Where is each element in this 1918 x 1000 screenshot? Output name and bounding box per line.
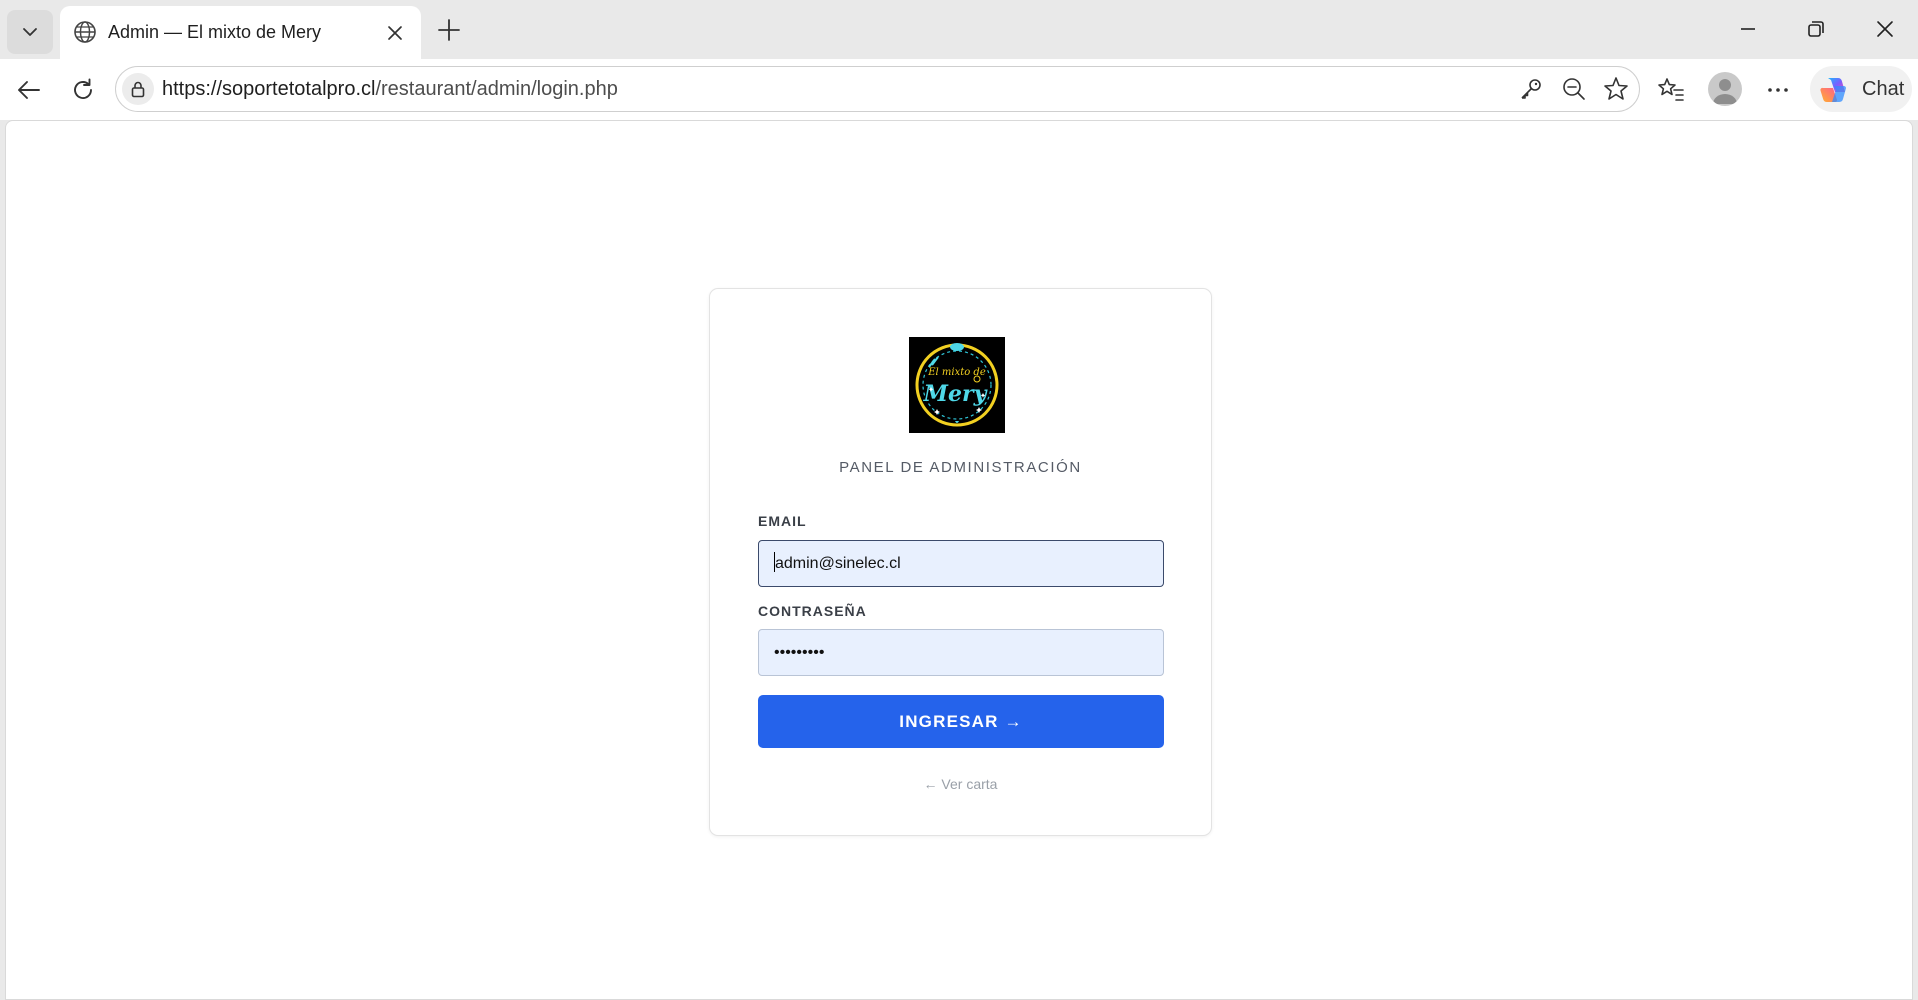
more-icon[interactable]: [1762, 74, 1794, 106]
chevron-down-icon: [23, 28, 37, 36]
globe-icon: [74, 21, 96, 43]
logo-text-main: Mery: [923, 381, 989, 407]
plus-icon[interactable]: [434, 15, 464, 45]
tab-active[interactable]: Admin — El mixto de Mery: [60, 6, 421, 59]
profile-icon: [1713, 79, 1737, 104]
tab-list-button[interactable]: [7, 10, 53, 54]
zoom-out-icon[interactable]: [1559, 74, 1589, 104]
url-host: https://soportetotalpro.cl: [162, 78, 376, 100]
reload-icon[interactable]: [67, 74, 99, 106]
tab-title: Admin — El mixto de Mery: [108, 22, 322, 42]
profile-button[interactable]: [1708, 72, 1742, 106]
page-viewport: El mixto de Mery PANEL DE ADMINISTRACIÓN…: [5, 120, 1913, 1000]
browser-toolbar: https://soportetotalpro.cl/restaurant/ad…: [0, 59, 1918, 120]
view-menu-link[interactable]: ← Ver carta: [710, 776, 1211, 792]
favorites-icon[interactable]: [1655, 74, 1687, 106]
restore-icon[interactable]: [1801, 14, 1831, 44]
copilot-icon: [1820, 78, 1846, 102]
window-close-icon[interactable]: [1870, 14, 1900, 44]
password-field[interactable]: •••••••••: [758, 629, 1164, 676]
login-card: El mixto de Mery PANEL DE ADMINISTRACIÓN…: [709, 288, 1212, 836]
lock-icon: [131, 81, 145, 98]
restaurant-logo: El mixto de Mery: [909, 337, 1005, 433]
back-arrow-icon[interactable]: [13, 74, 45, 106]
browser-tab-strip: Admin — El mixto de Mery: [0, 0, 1918, 59]
password-label: CONTRASEÑA: [758, 603, 867, 619]
chat-label: Chat: [1862, 78, 1905, 100]
star-icon[interactable]: [1601, 74, 1631, 104]
close-icon[interactable]: [382, 20, 408, 46]
email-label: EMAIL: [758, 513, 807, 529]
url-path: /restaurant/admin/login.php: [375, 78, 618, 100]
minimize-icon[interactable]: [1733, 14, 1763, 44]
email-value: admin@sinelec.cl: [775, 555, 901, 572]
url-text: https://soportetotalpro.cl/restaurant/ad…: [162, 78, 618, 101]
key-icon[interactable]: [1516, 74, 1546, 104]
copilot-chat-button[interactable]: Chat: [1810, 66, 1912, 112]
password-value: •••••••••: [774, 644, 825, 661]
login-button[interactable]: INGRESAR →: [758, 695, 1164, 748]
panel-title: PANEL DE ADMINISTRACIÓN: [839, 459, 1082, 476]
address-bar[interactable]: https://soportetotalpro.cl/restaurant/ad…: [115, 66, 1640, 112]
email-field[interactable]: admin@sinelec.cl: [758, 540, 1164, 587]
site-info-button[interactable]: [122, 73, 154, 105]
